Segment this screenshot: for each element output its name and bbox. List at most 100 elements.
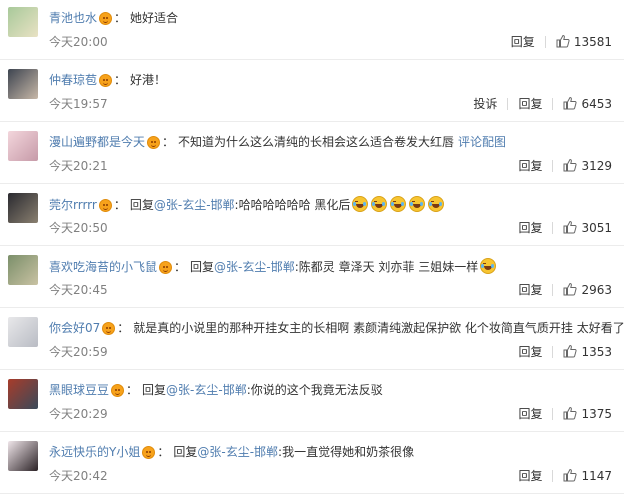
reply-prefix: 回复 <box>129 198 154 212</box>
like-button[interactable]: 3051 <box>563 220 612 235</box>
laugh-cry-emoji-icon <box>428 196 445 212</box>
action-divider <box>507 97 509 110</box>
username-link[interactable]: 喜欢吃海苔的小飞鼠 <box>49 260 157 274</box>
tear-mark <box>401 202 405 206</box>
like-button[interactable]: 2963 <box>563 282 612 297</box>
comment-item: 你会好07 ：就是真的小说里的那种开挂女主的长相啊 素颜清纯激起保护欲 化个妆简直… <box>0 310 624 370</box>
laugh-cry-emoji-icon <box>480 258 497 274</box>
reply-button[interactable]: 回复 <box>511 33 535 50</box>
thumbs-up-icon <box>563 344 578 358</box>
username-link[interactable]: 仲春琼苞 <box>49 73 97 87</box>
username-link[interactable]: 莞尔rrrrr <box>49 198 97 212</box>
comment-time: 今天20:00 <box>49 35 108 49</box>
vip-crown-icon <box>159 261 173 274</box>
comment-time: 今天20:42 <box>49 469 108 483</box>
report-button[interactable]: 投诉 <box>473 95 497 112</box>
tear-mark <box>353 202 357 206</box>
comment-image-link[interactable]: 评论配图 <box>458 135 506 149</box>
vip-crown-icon <box>111 384 125 397</box>
thumbs-up-icon <box>563 96 578 110</box>
vip-crown-icon <box>98 199 112 212</box>
thumbs-up-icon <box>556 34 570 48</box>
reply-button[interactable]: 回复 <box>518 157 542 174</box>
like-count: 3129 <box>581 159 612 173</box>
user-avatar[interactable] <box>8 131 38 161</box>
username-link[interactable]: 黑眼球豆豆 <box>49 383 109 397</box>
colon-separator: ： <box>114 73 127 87</box>
comment-text: 不知道为什么这么清纯的长相会这么适合卷发大红唇 <box>178 135 455 149</box>
colon-separator: ： <box>162 135 175 149</box>
comment-time: 今天20:59 <box>49 345 108 359</box>
user-avatar[interactable] <box>8 441 38 471</box>
reply-prefix: 回复 <box>190 260 215 274</box>
comment-text: :哈哈哈哈哈哈 黑化后 <box>234 198 351 212</box>
tear-mark <box>391 202 395 206</box>
laugh-cry-emoji-icon <box>371 196 388 212</box>
tear-mark <box>429 202 433 206</box>
like-button[interactable]: 1147 <box>563 468 612 483</box>
comment-actions: 回复 2963 <box>518 281 612 298</box>
like-count: 1353 <box>581 345 612 359</box>
username-link[interactable]: 你会好07 <box>49 321 100 335</box>
mention-link[interactable]: @张-玄尘-邯郸 <box>154 198 235 212</box>
comment-body: 仲春琼苞 ：好港！ <box>49 72 166 88</box>
action-divider <box>552 221 554 234</box>
like-button[interactable]: 6453 <box>563 96 612 111</box>
laugh-cry-emoji-icon <box>390 196 407 212</box>
reply-button[interactable]: 回复 <box>518 281 542 298</box>
reply-button[interactable]: 回复 <box>518 467 542 484</box>
comment-item: 喜欢吃海苔的小飞鼠：回复@张-玄尘-邯郸:陈都灵 章泽天 刘亦菲 三姐妹一样 今天… <box>0 248 624 308</box>
user-avatar[interactable] <box>8 193 38 223</box>
reply-prefix: 回复 <box>173 445 198 459</box>
comment-time: 今天20:21 <box>49 159 108 173</box>
action-divider <box>552 97 554 110</box>
vip-crown-icon <box>99 12 113 25</box>
tear-mark <box>363 202 367 206</box>
laugh-cry-emoji-icon <box>352 196 369 212</box>
thumbs-up-icon <box>563 406 578 420</box>
tear-mark <box>410 202 414 206</box>
reply-button[interactable]: 回复 <box>518 405 542 422</box>
reply-button[interactable]: 回复 <box>518 219 542 236</box>
tear-mark <box>481 264 485 268</box>
comment-body: 永远快乐的Y小姐 ：回复@张-玄尘-邯郸:我一直觉得她和奶茶很像 <box>49 444 414 460</box>
like-button[interactable]: 1375 <box>563 406 612 421</box>
colon-separator: ： <box>114 11 127 25</box>
like-button[interactable]: 3129 <box>563 158 612 173</box>
reply-prefix: 回复 <box>142 383 167 397</box>
comment-text: :陈都灵 章泽天 刘亦菲 三姐妹一样 <box>294 260 479 274</box>
like-button[interactable]: 1353 <box>563 344 612 359</box>
comment-body: 莞尔rrrrr ：回复@张-玄尘-邯郸:哈哈哈哈哈哈 黑化后 <box>49 196 447 213</box>
comment-actions: 回复 1147 <box>518 467 612 484</box>
reply-button[interactable]: 回复 <box>518 343 542 360</box>
tear-mark <box>382 202 386 206</box>
user-avatar[interactable] <box>8 69 38 99</box>
user-avatar[interactable] <box>8 379 38 409</box>
colon-separator: ： <box>126 383 139 397</box>
comment-actions: 回复 1375 <box>518 405 612 422</box>
thumbs-up-icon <box>563 468 578 482</box>
colon-separator: ： <box>113 198 126 212</box>
action-divider <box>552 283 554 296</box>
mention-link[interactable]: @张-玄尘-邯郸 <box>214 260 295 274</box>
comment-body: 黑眼球豆豆 ：回复@张-玄尘-邯郸:你说的这个我竟无法反驳 <box>49 382 383 398</box>
comment-text: :你说的这个我竟无法反驳 <box>246 383 383 397</box>
action-divider <box>552 407 554 420</box>
comment-time: 今天20:45 <box>49 283 108 297</box>
user-avatar[interactable] <box>8 7 38 37</box>
mention-link[interactable]: @张-玄尘-邯郸 <box>197 445 278 459</box>
reply-button[interactable]: 回复 <box>518 95 542 112</box>
action-divider <box>544 35 546 48</box>
username-link[interactable]: 青池也水 <box>49 11 97 25</box>
like-button[interactable]: 13581 <box>556 34 612 49</box>
colon-separator: ： <box>117 321 130 335</box>
mention-link[interactable]: @张-玄尘-邯郸 <box>166 383 247 397</box>
vip-crown-icon <box>99 74 113 87</box>
username-link[interactable]: 永远快乐的Y小姐 <box>49 445 140 459</box>
action-divider <box>552 469 554 482</box>
user-avatar[interactable] <box>8 255 38 285</box>
thumbs-up-icon <box>563 220 578 234</box>
colon-separator: ： <box>157 445 170 459</box>
user-avatar[interactable] <box>8 317 38 347</box>
username-link[interactable]: 漫山遍野都是今天 <box>49 135 145 149</box>
